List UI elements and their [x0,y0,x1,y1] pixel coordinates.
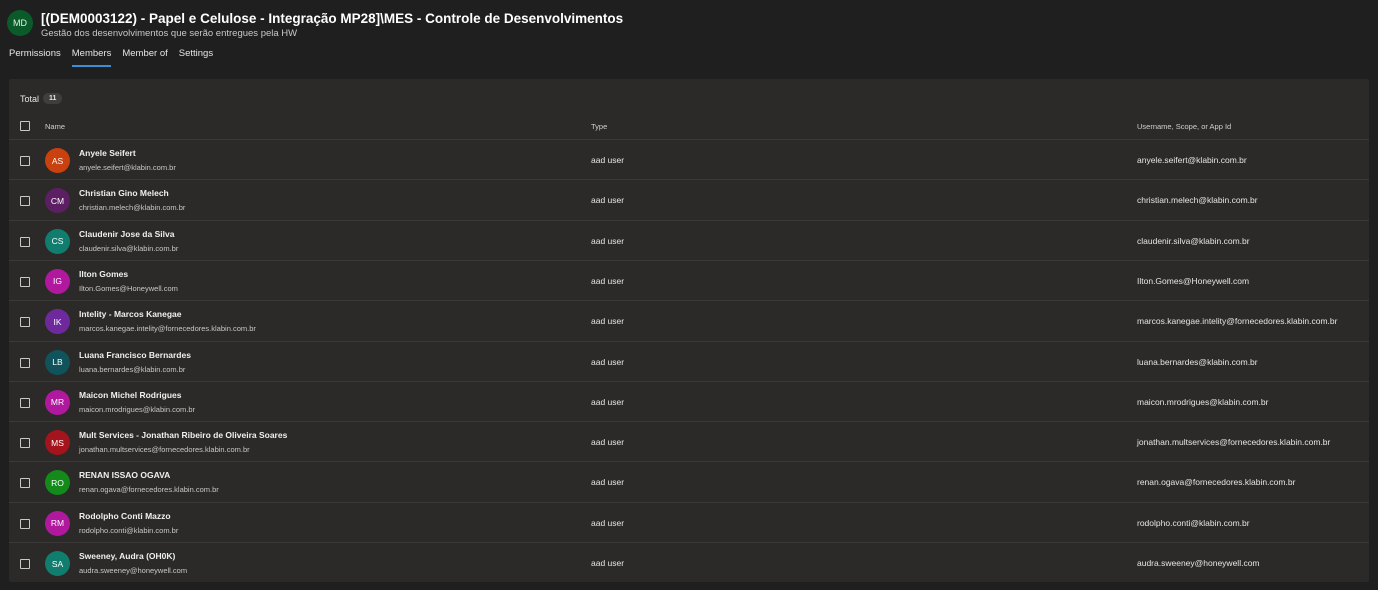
member-email: maicon.mrodrigues@klabin.com.br [79,404,195,414]
member-email: christian.melech@klabin.com.br [79,203,186,213]
member-email: anyele.seifert@klabin.com.br [79,163,176,172]
member-username: maicon.mrodrigues@klabin.com.br [1137,396,1269,407]
member-type: aad user [591,437,625,448]
member-email: luana.bernardes@klabin.com.br [79,364,186,374]
tab-bar: Permissions Members Member of Settings [9,48,224,67]
total-count: Total 11 [20,93,63,104]
page-header: MD [(DEM0003122) - Papel e Celulose - In… [0,0,1378,70]
column-header-type[interactable]: Type [591,122,607,131]
member-type: aad user [591,155,625,165]
member-username: rodolpho.conti@klabin.com.br [1137,517,1250,528]
member-type: aad user [591,235,625,246]
row-checkbox[interactable] [20,559,30,569]
table-row[interactable]: IG Ilton Gomes Ilton.Gomes@Honeywell.com aa… [9,259,1369,301]
table-row[interactable]: RO RENAN ISSAO OGAVA renan.ogava@fornecedo… [9,461,1369,502]
member-name: Anyele Seifert [79,148,136,158]
member-email: claudenir.silva@klabin.com.br [79,243,179,253]
group-avatar: MD [7,10,33,36]
member-name: Mult Services - Jonathan Ribeiro de Oliv… [79,430,288,441]
row-checkbox[interactable] [20,357,30,368]
tab-member-of[interactable]: Member of [122,48,167,67]
total-label: Total [20,93,40,104]
member-username: marcos.kanegae.intelity@fornecedores.kla… [1137,316,1338,327]
member-type: aad user [591,396,625,407]
member-username: Ilton.Gomes@Honeywell.com [1137,275,1250,286]
column-header-username[interactable]: Username, Scope, or App Id [1137,122,1231,131]
member-name: Claudenir Jose da Silva [79,228,175,239]
row-checkbox[interactable] [20,236,30,247]
table-row[interactable]: IK Intelity - Marcos Kanegae marcos.kanega… [9,300,1369,341]
member-type: aad user [591,356,625,367]
avatar: RM [45,510,70,536]
table-row[interactable]: AS Anyele Seifert anyele.seifert@klabin.co… [9,139,1369,180]
row-checkbox[interactable] [20,518,30,529]
tab-members[interactable]: Members [71,48,111,67]
page-subtitle: Gestão dos desenvolvimentos que serão en… [41,28,298,39]
table-row[interactable]: MR Maicon Michel Rodrigues maicon.mrodrigu… [9,380,1369,422]
member-username: luana.bernardes@klabin.com.br [1137,356,1258,367]
avatar: AS [45,148,70,173]
row-checkbox[interactable] [20,156,30,166]
avatar: LB [45,349,70,375]
row-checkbox[interactable] [20,196,30,207]
member-type: aad user [591,477,625,488]
member-type: aad user [591,517,625,528]
avatar: IG [45,268,70,294]
member-type: aad user [591,558,625,568]
member-username: anyele.seifert@klabin.com.br [1137,155,1247,165]
member-username: audra.sweeney@honeywell.com [1137,558,1260,568]
column-header-name[interactable]: Name [45,122,65,131]
member-type: aad user [591,275,625,286]
tab-settings[interactable]: Settings [179,48,213,67]
member-type: aad user [591,195,625,206]
member-email: rodolpho.conti@klabin.com.br [79,525,179,535]
avatar: CS [45,228,70,254]
member-name: Rodolpho Conti Mazzo [79,510,171,521]
table-row[interactable]: RM Rodolpho Conti Mazzo rodolpho.conti@kla… [9,501,1369,543]
member-email: marcos.kanegae.intelity@fornecedores.kla… [79,324,256,334]
member-username: christian.melech@klabin.com.br [1137,195,1258,206]
table-row[interactable]: CS Claudenir Jose da Silva claudenir.silva… [9,219,1369,261]
tab-permissions[interactable]: Permissions [9,48,61,67]
page-title: [(DEM0003122) - Papel e Celulose - Integ… [41,11,624,26]
table-row[interactable]: MS Mult Services - Jonathan Ribeiro de Ol… [9,421,1369,462]
member-name: RENAN ISSAO OGAVA [79,470,171,481]
table-row[interactable]: LB Luana Francisco Bernardes luana.bernard… [9,340,1369,382]
row-checkbox[interactable] [20,438,30,449]
member-username: claudenir.silva@klabin.com.br [1137,235,1250,246]
row-checkbox[interactable] [20,276,30,287]
row-checkbox[interactable] [20,317,30,328]
avatar: CM [45,188,70,214]
avatar: MS [45,430,70,456]
row-checkbox[interactable] [20,478,30,489]
member-email: Ilton.Gomes@Honeywell.com [79,283,178,293]
member-name: Intelity - Marcos Kanegae [79,309,182,320]
total-badge: 11 [43,93,63,104]
member-name: Luana Francisco Bernardes [79,349,191,360]
avatar: MR [45,389,70,415]
member-email: jonathan.multservices@fornecedores.klabi… [79,445,250,455]
avatar: IK [45,309,70,335]
member-email: audra.sweeney@honeywell.com [79,566,188,575]
member-email: renan.ogava@fornecedores.klabin.com.br [79,485,219,495]
member-name: Maicon Michel Rodrigues [79,389,182,400]
row-checkbox[interactable] [20,397,30,408]
select-all-checkbox[interactable] [20,121,30,131]
avatar: SA [45,551,70,576]
member-name: Ilton Gomes [79,268,129,279]
member-name: Christian Gino Melech [79,188,169,199]
member-username: renan.ogava@fornecedores.klabin.com.br [1137,477,1296,488]
avatar: RO [45,470,70,496]
member-name: Sweeney, Audra (OH0K) [79,551,176,561]
member-type: aad user [591,316,625,327]
member-username: jonathan.multservices@fornecedores.klabi… [1137,437,1331,448]
members-panel: Total 11 Name Type Username, Scope, or A… [9,79,1369,582]
table-row[interactable]: CM Christian Gino Melech christian.melech@… [9,179,1369,220]
table-row[interactable]: SA Sweeney, Audra (OH0K) audra.sweeney@hon… [9,542,1369,583]
